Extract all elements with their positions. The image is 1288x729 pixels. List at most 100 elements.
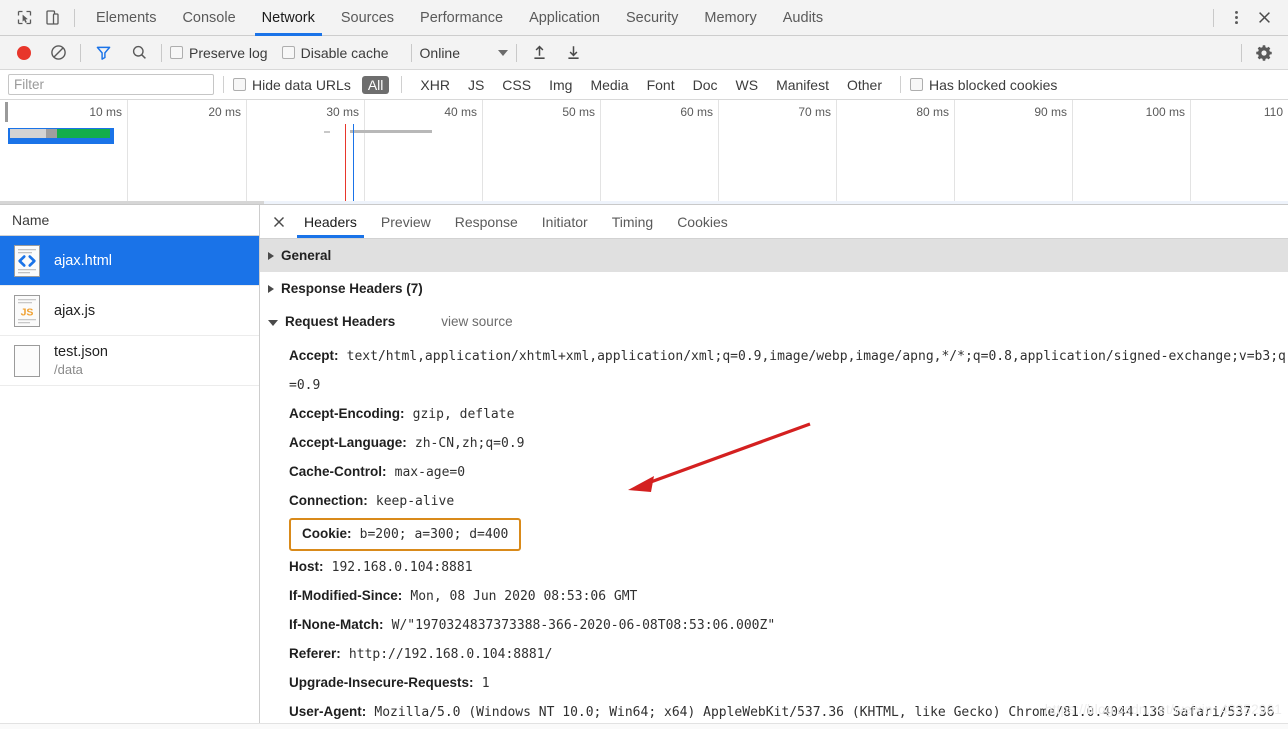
- tab-elements[interactable]: Elements: [83, 0, 169, 36]
- overview-tick-label: 10 ms: [89, 105, 122, 119]
- header-value: 192.168.0.104:8881: [331, 560, 473, 575]
- more-options-icon[interactable]: [1222, 4, 1250, 32]
- device-toolbar-icon[interactable]: [38, 4, 66, 32]
- tab-performance[interactable]: Performance: [407, 0, 516, 36]
- filter-divider-2: [401, 76, 403, 93]
- filter-type-manifest[interactable]: Manifest: [770, 76, 835, 94]
- tab-label: Security: [626, 9, 679, 26]
- hide-data-urls-checkbox[interactable]: Hide data URLs: [233, 77, 351, 93]
- header-key: If-Modified-Since:: [289, 588, 403, 603]
- tabbar-right-icons: [1205, 4, 1288, 32]
- filter-type-img[interactable]: Img: [543, 76, 578, 94]
- request-row-ajax-js[interactable]: JS ajax.js: [0, 286, 259, 336]
- close-devtools-icon[interactable]: [1250, 4, 1278, 32]
- chevron-right-icon: [268, 251, 274, 260]
- filter-type-other[interactable]: Other: [841, 76, 888, 94]
- request-row-test-json[interactable]: test.json /data: [0, 336, 259, 386]
- toolbar-divider-1: [80, 43, 81, 62]
- overview-selection-range[interactable]: [264, 201, 1288, 204]
- overview-tick-label: 110: [1263, 105, 1283, 119]
- filter-type-doc[interactable]: Doc: [687, 76, 724, 94]
- throttling-dropdown[interactable]: Online: [420, 45, 508, 61]
- header-row-referer: Referer: http://192.168.0.104:8881/: [289, 640, 1288, 669]
- record-button[interactable]: [10, 39, 38, 67]
- section-request-headers[interactable]: Request Headers view source: [260, 305, 1288, 338]
- tab-label: Console: [182, 9, 236, 26]
- import-har-button[interactable]: [525, 39, 553, 67]
- checkbox-box: [233, 78, 246, 91]
- inspect-element-icon[interactable]: [10, 4, 38, 32]
- overview-tick-label: 20 ms: [208, 105, 241, 119]
- tab-headers[interactable]: Headers: [292, 205, 369, 238]
- html-document-icon: [12, 244, 42, 278]
- devtools-tabbar: Elements Console Network Sources Perform…: [0, 0, 1288, 36]
- overview-request-bar: [8, 128, 114, 144]
- tab-application[interactable]: Application: [516, 0, 613, 36]
- header-key: Accept-Encoding:: [289, 406, 405, 421]
- header-key: User-Agent:: [289, 704, 367, 719]
- header-key: Host:: [289, 559, 324, 574]
- tab-memory[interactable]: Memory: [691, 0, 769, 36]
- filter-type-xhr[interactable]: XHR: [414, 76, 456, 94]
- throttling-value: Online: [419, 44, 460, 61]
- filter-input[interactable]: [8, 74, 214, 95]
- overview-gridline: [954, 100, 955, 204]
- disable-cache-checkbox[interactable]: Disable cache: [281, 44, 389, 61]
- preserve-log-checkbox[interactable]: Preserve log: [170, 45, 268, 61]
- tab-audits[interactable]: Audits: [770, 0, 836, 36]
- export-har-button[interactable]: [559, 39, 587, 67]
- filter-type-label: WS: [735, 76, 759, 93]
- section-general[interactable]: General: [260, 239, 1288, 272]
- network-overview[interactable]: 10 ms 20 ms 30 ms 40 ms 50 ms 60 ms 70 m…: [0, 100, 1288, 205]
- has-blocked-cookies-label: Has blocked cookies: [929, 76, 1058, 93]
- overview-left-handle[interactable]: [5, 102, 8, 122]
- overview-gridline: [246, 100, 247, 204]
- request-detail-panel: Headers Preview Response Initiator Timin…: [260, 205, 1288, 729]
- column-header-name: Name: [12, 212, 50, 228]
- request-row-texts: ajax.html: [54, 252, 112, 270]
- tab-timing[interactable]: Timing: [600, 205, 666, 238]
- header-row-accept: Accept: text/html,application/xhtml+xml,…: [289, 342, 1288, 400]
- request-row-ajax-html[interactable]: ajax.html: [0, 236, 259, 286]
- tab-cookies[interactable]: Cookies: [665, 205, 740, 238]
- disable-cache-label: Disable cache: [300, 44, 389, 61]
- filter-type-font[interactable]: Font: [641, 76, 681, 94]
- tab-preview[interactable]: Preview: [369, 205, 443, 238]
- filter-type-js[interactable]: JS: [462, 76, 490, 94]
- javascript-file-icon: JS: [12, 294, 42, 328]
- tab-label: Sources: [340, 9, 395, 26]
- tab-sources[interactable]: Sources: [328, 0, 407, 36]
- overview-gridline: [364, 100, 365, 204]
- toolbar-right: [1233, 39, 1288, 67]
- tab-initiator[interactable]: Initiator: [530, 205, 600, 238]
- filter-button[interactable]: [89, 39, 117, 67]
- tab-security[interactable]: Security: [613, 0, 691, 36]
- close-icon[interactable]: [266, 205, 292, 238]
- detail-tabs: Headers Preview Response Initiator Timin…: [260, 205, 1288, 239]
- section-title: General: [281, 248, 332, 263]
- request-row-texts: ajax.js: [54, 302, 95, 320]
- search-button[interactable]: [125, 39, 153, 67]
- filter-type-css[interactable]: CSS: [496, 76, 537, 94]
- filter-type-all[interactable]: All: [361, 75, 390, 94]
- header-key: Accept:: [289, 348, 339, 363]
- header-value: gzip, deflate: [412, 407, 515, 422]
- horizontal-scrollbar[interactable]: [0, 723, 1288, 729]
- filter-type-ws[interactable]: WS: [730, 76, 765, 94]
- view-source-link[interactable]: view source: [441, 314, 512, 329]
- tab-response[interactable]: Response: [443, 205, 530, 238]
- toolbar-divider-2: [161, 43, 162, 62]
- clear-button[interactable]: [44, 39, 72, 67]
- tab-network[interactable]: Network: [249, 0, 328, 36]
- header-value: max-age=0: [394, 465, 466, 480]
- has-blocked-cookies-checkbox[interactable]: Has blocked cookies: [910, 77, 1057, 93]
- overview-tick-label: 80 ms: [916, 105, 949, 119]
- tab-console[interactable]: Console: [169, 0, 248, 36]
- gear-icon[interactable]: [1250, 39, 1278, 67]
- filter-type-label: Media: [590, 76, 629, 93]
- filter-type-media[interactable]: Media: [584, 76, 634, 94]
- overview-gridline: [1190, 100, 1191, 204]
- section-response-headers[interactable]: Response Headers (7): [260, 272, 1288, 305]
- header-key: If-None-Match:: [289, 617, 384, 632]
- header-value: zh-CN,zh;q=0.9: [414, 436, 525, 451]
